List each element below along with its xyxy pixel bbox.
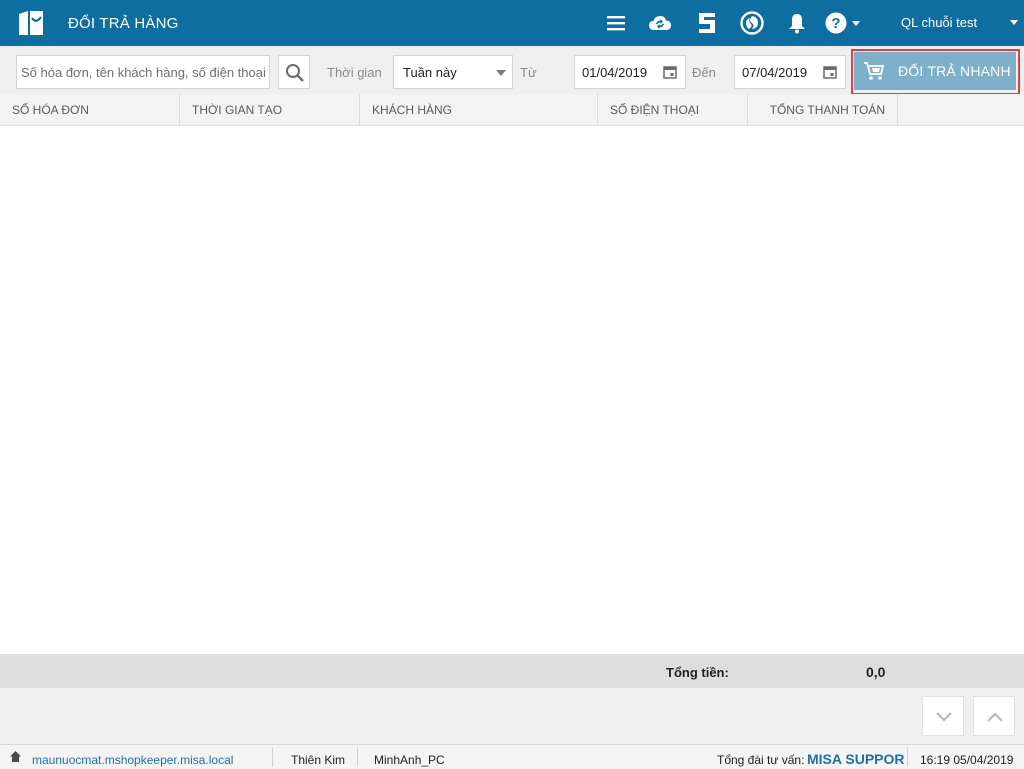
s-badge-icon[interactable] — [695, 11, 719, 35]
column-total-payment[interactable]: TỔNG THANH TOÁN — [748, 94, 898, 126]
period-select[interactable]: Tuần này — [393, 55, 513, 89]
column-customer[interactable]: KHÁCH HÀNG — [360, 94, 598, 126]
scroll-down-button[interactable] — [922, 696, 964, 736]
status-bar: maunuocmat.mshopkeeper.misa.local Thiên … — [0, 744, 1024, 769]
quick-return-button[interactable]: ĐỔI TRẢ NHANH — [854, 52, 1016, 90]
divider — [272, 748, 273, 767]
user-label: Thiên Kim — [291, 753, 346, 767]
help-icon[interactable]: ? — [824, 11, 848, 35]
home-icon[interactable] — [9, 750, 22, 763]
swirl-icon[interactable] — [740, 11, 764, 35]
scroll-up-button[interactable] — [973, 696, 1015, 736]
top-bar: ĐỔI TRẢ HÀNG ? QL chuỗi test — [0, 0, 1024, 46]
chevron-down-icon — [936, 712, 952, 722]
support-label: Tổng đài tư vấn: — [717, 753, 805, 767]
to-date-value: 07/04/2019 — [742, 65, 808, 80]
support-marquee: MISA SUPPOR — [807, 751, 905, 767]
period-value: Tuần này — [403, 65, 457, 80]
table-header: SỐ HÓA ĐƠN THỜI GIAN TẠO KHÁCH HÀNG SỐ Đ… — [0, 94, 1024, 126]
column-invoice-number[interactable]: SỐ HÓA ĐƠN — [0, 94, 180, 126]
shop-bag-logo-icon — [19, 11, 43, 35]
user-name[interactable]: QL chuỗi test — [901, 15, 977, 30]
from-date-picker[interactable]: 01/04/2019 — [574, 55, 686, 89]
cart-icon — [864, 62, 885, 80]
column-phone[interactable]: SỐ ĐIỆN THOẠI — [598, 94, 748, 126]
menu-icon[interactable] — [604, 11, 628, 35]
to-label: Đến — [692, 65, 716, 80]
datetime-label: 16:19 05/04/2019 — [920, 753, 1014, 767]
bell-icon[interactable] — [785, 11, 809, 35]
machine-label: MinhAnh_PC — [374, 753, 445, 767]
quick-return-label: ĐỔI TRẢ NHANH — [898, 63, 1011, 79]
to-date-picker[interactable]: 07/04/2019 — [734, 55, 846, 89]
total-label: Tổng tiền: — [666, 665, 729, 680]
from-label: Từ — [520, 65, 537, 80]
divider — [907, 748, 908, 767]
user-menu-caret-icon[interactable] — [1010, 20, 1018, 25]
total-value: 0,0 — [866, 664, 886, 680]
cloud-sync-icon[interactable] — [648, 11, 672, 35]
page-title: ĐỔI TRẢ HÀNG — [68, 15, 179, 32]
from-date-value: 01/04/2019 — [582, 65, 648, 80]
search-input[interactable] — [16, 55, 270, 89]
domain-link[interactable]: maunuocmat.mshopkeeper.misa.local — [32, 753, 233, 767]
table-body — [0, 126, 1024, 654]
calendar-icon[interactable] — [663, 65, 677, 79]
column-created-time[interactable]: THỜI GIAN TẠO — [180, 94, 360, 126]
totals-bar: Tổng tiền: 0,0 — [0, 654, 1024, 688]
search-icon — [286, 64, 304, 82]
chevron-up-icon — [987, 712, 1003, 722]
divider — [357, 748, 358, 767]
search-button[interactable] — [278, 55, 310, 89]
pager — [0, 688, 1024, 744]
help-caret-icon[interactable] — [852, 21, 860, 26]
calendar-icon[interactable] — [823, 65, 837, 79]
svg-text:?: ? — [831, 15, 840, 32]
chevron-down-icon — [496, 70, 506, 76]
time-label: Thời gian — [327, 65, 382, 80]
